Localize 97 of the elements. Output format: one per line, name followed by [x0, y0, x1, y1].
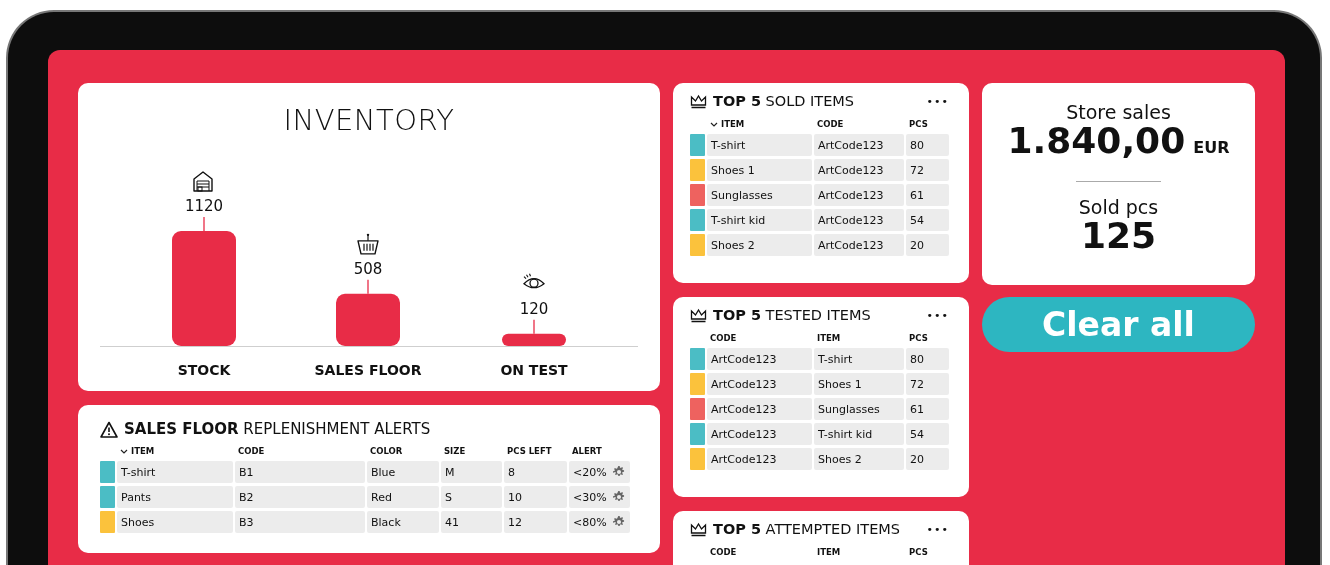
table-cell: B2: [235, 486, 365, 508]
column-header: PCS LEFT: [507, 446, 552, 456]
leader-line: [367, 279, 369, 295]
table-cell: 20: [906, 234, 949, 256]
table-cell: 54: [906, 423, 949, 445]
table-cell: ArtCode123: [814, 209, 904, 231]
more-button[interactable]: •••: [924, 522, 951, 536]
table-cell: ArtCode123: [707, 448, 812, 470]
table-cell: ArtCode123: [814, 159, 904, 181]
category-label: ON TEST: [500, 362, 568, 378]
column-header: PCS: [909, 333, 928, 343]
leader-line: [203, 216, 205, 232]
table-cell: Shoes 1: [814, 373, 904, 395]
column-header: PCS: [909, 119, 928, 129]
table-cell: 8: [504, 461, 567, 483]
sales-label: Store sales: [1066, 101, 1171, 123]
table-cell: M: [441, 461, 502, 483]
table-cell: Sunglasses: [814, 398, 904, 420]
table-cell: 20: [906, 448, 949, 470]
pcs-label: Sold pcs: [1078, 196, 1159, 218]
leader-line: [533, 319, 535, 335]
column-header: ITEM: [817, 547, 841, 557]
category-label: SALES FLOOR: [314, 362, 422, 378]
card-title: TOP 5 ATTEMPTED ITEMS: [713, 521, 901, 537]
table-cell: S: [441, 486, 502, 508]
table-cell: 12: [504, 511, 567, 533]
column-header: ITEM: [817, 333, 841, 343]
settings-icon[interactable]: [613, 516, 625, 528]
table-cell: 10: [504, 486, 567, 508]
eye-icon: [523, 273, 545, 289]
card-title: INVENTORY: [282, 103, 456, 137]
value-label: 508: [353, 259, 383, 278]
table-cell: 80: [906, 348, 949, 370]
table-cell: Sunglasses: [707, 184, 812, 206]
table-cell: Shoes 2: [707, 234, 812, 256]
table-cell: ArtCode123: [814, 234, 904, 256]
table-cell: ArtCode123: [814, 134, 904, 156]
table-cell: 61: [906, 184, 949, 206]
column-header: CODE: [710, 333, 737, 343]
more-button[interactable]: •••: [924, 308, 951, 322]
column-header: CODE: [238, 446, 265, 456]
table-cell: Shoes: [117, 511, 233, 533]
table-cell: 61: [906, 398, 949, 420]
table-cell: Red: [367, 486, 439, 508]
table-cell: ArtCode123: [814, 184, 904, 206]
pcs-value: 125: [1080, 218, 1157, 254]
table-cell: Pants: [117, 486, 233, 508]
table-cell: T-shirt: [707, 134, 812, 156]
table-cell: T-shirt: [117, 461, 233, 483]
table-cell: B1: [235, 461, 365, 483]
value-label: 120: [519, 299, 549, 318]
table-cell: T-shirt: [814, 348, 904, 370]
table-cell: ArtCode123: [707, 398, 812, 420]
table-cell: Shoes 2: [814, 448, 904, 470]
table-cell: 72: [906, 373, 949, 395]
currency-label: EUR: [1193, 138, 1230, 157]
value-label: 1120: [184, 197, 224, 215]
table-cell: Blue: [367, 461, 439, 483]
table-cell: T-shirt kid: [707, 209, 812, 231]
column-header: CODE: [817, 119, 844, 129]
table-cell: T-shirt kid: [814, 423, 904, 445]
card-title: SALES FLOOR REPLENISHMENT ALERTS: [124, 420, 431, 438]
table-cell: Shoes 1: [707, 159, 812, 181]
table-cell: 41: [441, 511, 502, 533]
table-cell: ArtCode123: [707, 373, 812, 395]
table-cell: 80: [906, 134, 949, 156]
table-cell: Black: [367, 511, 439, 533]
column-header: SIZE: [444, 446, 466, 456]
bar: [502, 333, 566, 346]
sales-value: 1.840,00: [1007, 123, 1186, 159]
more-button[interactable]: •••: [924, 94, 951, 108]
table-cell: 72: [906, 159, 949, 181]
settings-icon[interactable]: [613, 466, 625, 478]
column-header: CODE: [710, 547, 737, 557]
warehouse-icon: [193, 171, 213, 192]
crown-icon: [690, 307, 707, 323]
table-cell: ArtCode123: [707, 423, 812, 445]
warning-icon: [100, 420, 118, 438]
table-cell: 54: [906, 209, 949, 231]
category-label: STOCK: [177, 362, 231, 378]
card-title: TOP 5 TESTED ITEMS: [713, 307, 871, 323]
card-title: TOP 5 SOLD ITEMS: [713, 93, 855, 109]
column-header: PCS: [909, 547, 928, 557]
column-header: COLOR: [370, 446, 403, 456]
crown-icon: [690, 521, 707, 537]
crown-icon: [690, 93, 707, 109]
table-cell: B3: [235, 511, 365, 533]
table-cell: <80%: [569, 511, 630, 533]
bar: [336, 293, 400, 346]
column-header: ITEM: [721, 119, 745, 129]
column-header: ALERT: [572, 446, 602, 456]
table-cell: ArtCode123: [707, 348, 812, 370]
table-cell: <20%: [569, 461, 630, 483]
settings-icon[interactable]: [613, 491, 625, 503]
basket-icon: [357, 233, 379, 255]
table-cell: <30%: [569, 486, 630, 508]
column-header: ITEM: [131, 446, 155, 456]
